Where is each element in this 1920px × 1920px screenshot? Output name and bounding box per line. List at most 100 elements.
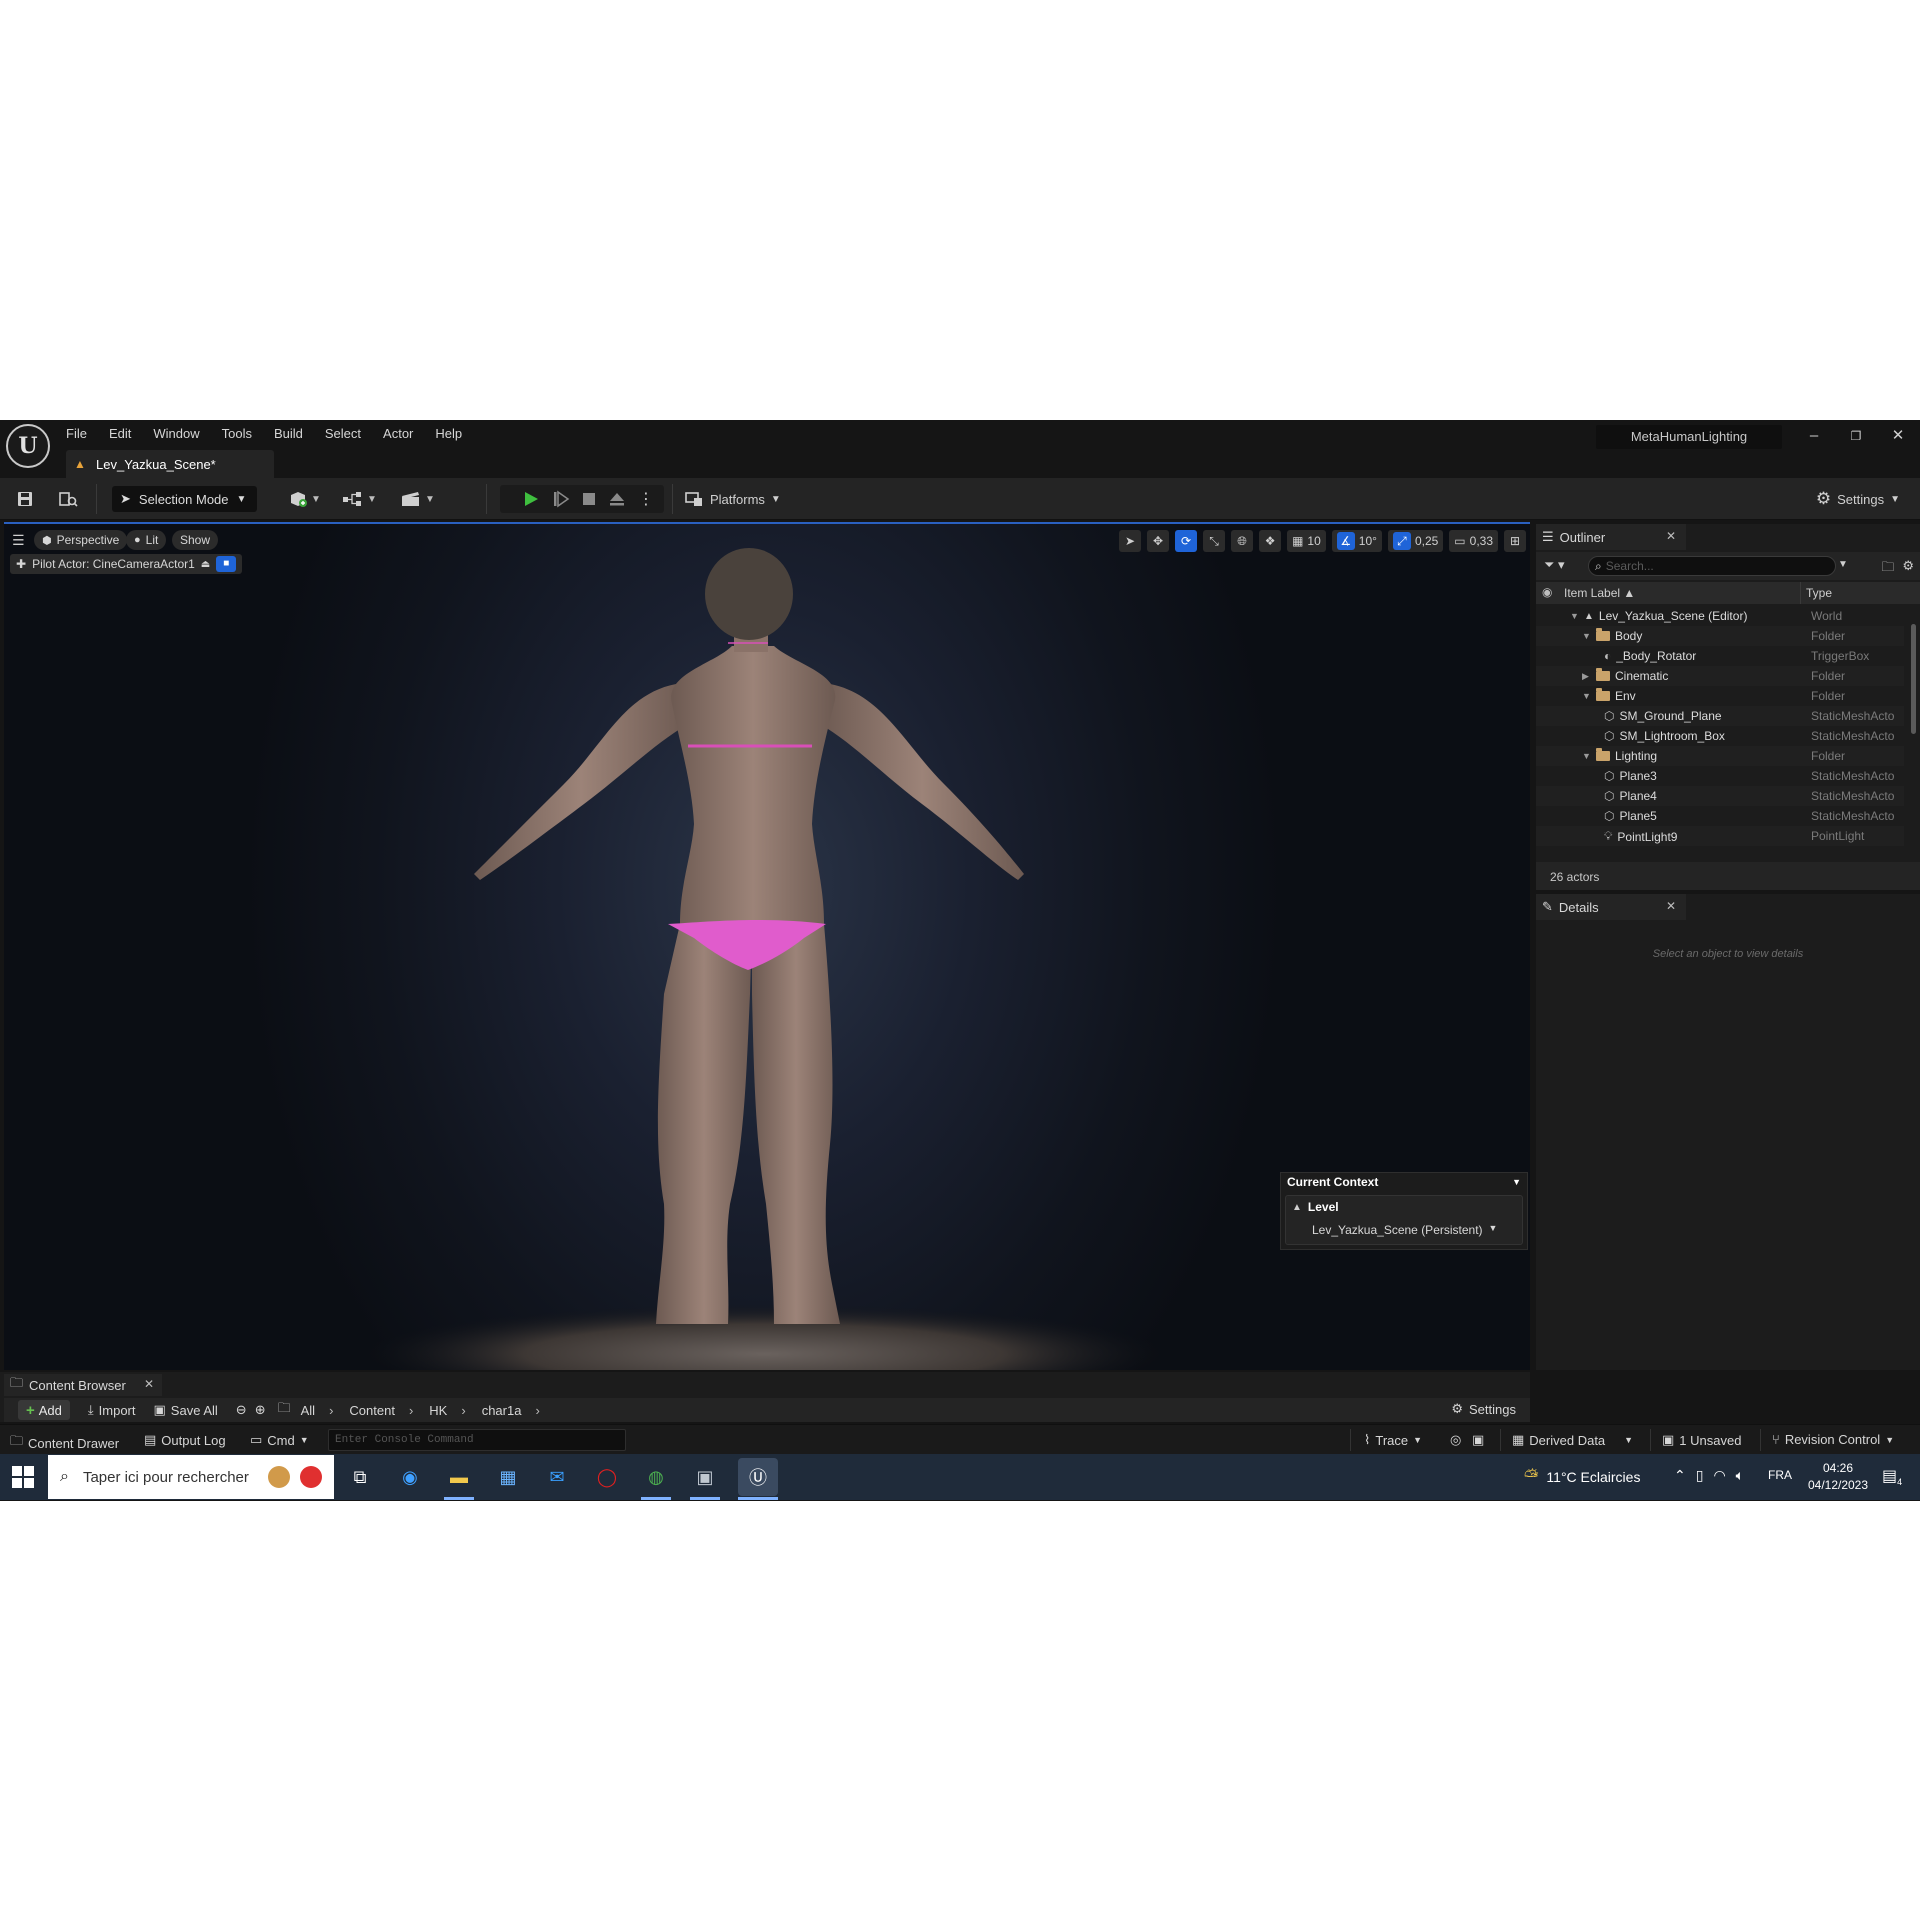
record-icon[interactable]: ◎: [1450, 1432, 1461, 1448]
volume-icon[interactable]: 🔈︎: [1736, 1467, 1744, 1484]
outliner-row[interactable]: ▼ ▲ Lev_Yazkua_Scene (Editor) World: [1536, 606, 1904, 626]
chevron-right-icon[interactable]: ›: [461, 1403, 465, 1418]
cinematics-icon[interactable]: ▼: [400, 487, 435, 511]
menu-actor[interactable]: Actor: [383, 424, 424, 446]
add-actor-icon[interactable]: ▼: [288, 487, 321, 511]
outliner-row[interactable]: ◐ _Body_Rotator TriggerBox: [1536, 646, 1904, 666]
outliner-scrollbar[interactable]: [1911, 624, 1916, 734]
unsaved-button[interactable]: ▣ 1 Unsaved: [1662, 1432, 1741, 1448]
surface-snap-icon[interactable]: ❖: [1259, 530, 1282, 552]
restore-icon[interactable]: ❐: [1842, 424, 1870, 448]
column-type[interactable]: Type: [1806, 586, 1832, 600]
scale-tool-icon[interactable]: ⤡: [1203, 530, 1226, 552]
close-icon[interactable]: ✕: [1666, 529, 1676, 543]
blueprint-icon[interactable]: ▼: [342, 487, 377, 511]
close-icon[interactable]: ✕: [1666, 899, 1676, 913]
chevron-up-icon[interactable]: ⌃: [1674, 1467, 1686, 1484]
breadcrumb-hk[interactable]: HK: [429, 1403, 447, 1418]
column-item-label[interactable]: Item Label ▲: [1564, 586, 1635, 600]
weather-widget[interactable]: ⛅︎ 11°C Eclaircies: [1524, 1466, 1640, 1487]
close-icon[interactable]: ✕: [144, 1377, 154, 1391]
settings-dropdown[interactable]: ⚙ Settings ▼: [1816, 487, 1900, 511]
edge-icon[interactable]: ◉: [395, 1462, 425, 1492]
chevron-right-icon[interactable]: ›: [409, 1403, 413, 1418]
step-icon[interactable]: [552, 487, 570, 511]
task-view-icon[interactable]: ⧉: [345, 1462, 375, 1492]
camera-icon[interactable]: ■: [216, 556, 237, 572]
console-command-input[interactable]: [329, 1430, 625, 1450]
screenshot-icon[interactable]: ▣: [1472, 1432, 1484, 1448]
browse-level-icon[interactable]: [58, 487, 78, 511]
minimize-icon[interactable]: –: [1800, 424, 1828, 448]
outliner-row[interactable]: ⬡ SM_Ground_Plane StaticMeshActo: [1536, 706, 1904, 726]
taskbar-clock[interactable]: 04:26 04/12/2023: [1798, 1460, 1878, 1494]
unreal-engine-taskbar-icon[interactable]: Ⓤ: [738, 1458, 778, 1496]
eject-pilot-icon[interactable]: ⏏: [201, 559, 210, 570]
chrome-icon[interactable]: ◍: [641, 1462, 671, 1492]
outliner-row[interactable]: ⬡ Plane3 StaticMeshActo: [1536, 766, 1904, 786]
level-tab[interactable]: ▲ Lev_Yazkua_Scene*: [66, 450, 274, 478]
wifi-icon[interactable]: ◠: [1713, 1467, 1725, 1484]
rotation-snap-button[interactable]: ∡ 10°: [1331, 530, 1382, 552]
filter-icon[interactable]: ⏷ ▾: [1544, 557, 1574, 575]
opera-icon[interactable]: ◯: [592, 1462, 622, 1492]
output-log-button[interactable]: ▤ Output Log: [144, 1432, 226, 1448]
save-icon[interactable]: [16, 487, 34, 511]
grid-snap-button[interactable]: ▦ 10: [1287, 530, 1326, 552]
content-browser-tab[interactable]: 🗀︎ Content Browser ✕: [4, 1374, 162, 1396]
menu-file[interactable]: File: [66, 424, 98, 446]
more-options-icon[interactable]: ⋮: [638, 487, 654, 511]
select-tool-icon[interactable]: ➤: [1119, 530, 1142, 552]
content-browser-settings[interactable]: ⚙ Settings: [1451, 1401, 1516, 1417]
outliner-tab[interactable]: ☰ Outliner ✕: [1536, 524, 1686, 550]
world-space-icon[interactable]: 🌐︎: [1231, 530, 1254, 552]
revision-control-dropdown[interactable]: ⑂ Revision Control ▼: [1772, 1432, 1894, 1447]
show-button[interactable]: Show: [172, 530, 219, 550]
eject-icon[interactable]: [608, 487, 626, 511]
menu-tools[interactable]: Tools: [222, 424, 263, 446]
outliner-search-input[interactable]: [1605, 559, 1806, 573]
perspective-button[interactable]: ⬢ Perspective: [34, 530, 128, 550]
menu-select[interactable]: Select: [325, 424, 372, 446]
add-folder-icon[interactable]: 🗀︎: [1881, 558, 1894, 580]
chevron-down-icon[interactable]: ▼: [1512, 1177, 1521, 1187]
breadcrumb-char1a[interactable]: char1a: [482, 1403, 522, 1418]
breadcrumb-all[interactable]: All: [301, 1403, 315, 1418]
menu-window[interactable]: Window: [153, 424, 210, 446]
import-button[interactable]: ⤓ Import: [88, 1402, 136, 1418]
lit-button[interactable]: ● Lit: [126, 530, 167, 550]
camera-speed-button[interactable]: ▭ 0,33: [1449, 530, 1498, 552]
battery-icon[interactable]: ▯: [1696, 1467, 1704, 1484]
breadcrumb-content[interactable]: Content: [349, 1403, 395, 1418]
history-forward-icon[interactable]: ⊕: [255, 1402, 266, 1418]
chevron-right-icon[interactable]: ›: [535, 1403, 539, 1418]
history-back-icon[interactable]: ⊖: [236, 1402, 247, 1418]
translate-tool-icon[interactable]: ✥: [1147, 530, 1170, 552]
notification-icon[interactable]: ▤4: [1882, 1466, 1902, 1487]
unreal-logo-icon[interactable]: U: [6, 424, 50, 468]
viewport-menu-icon[interactable]: ☰: [12, 532, 28, 548]
outliner-row[interactable]: ⬡ Plane4 StaticMeshActo: [1536, 786, 1904, 806]
menu-edit[interactable]: Edit: [109, 424, 142, 446]
gear-icon[interactable]: ⚙: [1902, 558, 1914, 580]
platforms-dropdown[interactable]: Platforms ▼: [684, 487, 781, 511]
mail-icon[interactable]: ✉: [542, 1462, 572, 1492]
outliner-row[interactable]: ▼ Body Folder: [1536, 626, 1904, 646]
outliner-row[interactable]: ▼ Lighting Folder: [1536, 746, 1904, 766]
derived-data-dropdown[interactable]: ▦ Derived Data ▼: [1512, 1432, 1633, 1448]
content-drawer-button[interactable]: 🗀︎ Content Drawer: [10, 1432, 119, 1454]
outliner-row[interactable]: 💡︎ PointLight9 PointLight: [1536, 826, 1904, 846]
selection-mode-dropdown[interactable]: ➤ Selection Mode ▼: [112, 486, 257, 512]
store-icon[interactable]: ▦: [493, 1462, 523, 1492]
outliner-row[interactable]: ▶ Cinematic Folder: [1536, 666, 1904, 686]
save-all-button[interactable]: ▣ Save All: [154, 1402, 218, 1418]
windows-start-icon[interactable]: [12, 1466, 34, 1488]
menu-build[interactable]: Build: [274, 424, 314, 446]
level-viewport[interactable]: ☰ ⬢ Perspective ● Lit Show ✚ Pilot Actor…: [4, 524, 1530, 1370]
outliner-row[interactable]: ⬡ SM_Lightroom_Box StaticMeshActo: [1536, 726, 1904, 746]
context-level-dropdown[interactable]: Lev_Yazkua_Scene (Persistent) ▼: [1312, 1223, 1497, 1237]
details-tab[interactable]: ✎ Details ✕: [1536, 894, 1686, 920]
search-doodle-icon[interactable]: [268, 1466, 290, 1488]
trace-dropdown[interactable]: ⌇ Trace ▼: [1364, 1432, 1422, 1448]
input-language[interactable]: FRA: [1768, 1468, 1792, 1482]
